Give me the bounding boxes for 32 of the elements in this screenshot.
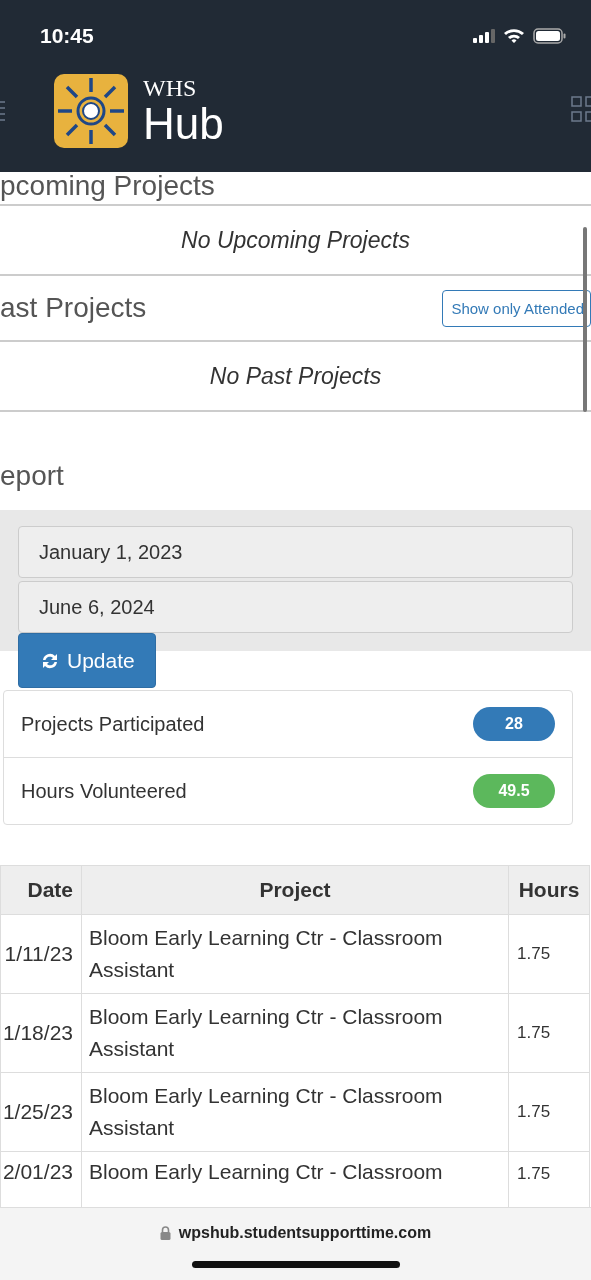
- date-field[interactable]: January 1, 2023: [18, 526, 573, 578]
- table-cell: 1/25/23: [0, 1072, 82, 1152]
- filter-button[interactable]: Show only Attended: [442, 289, 591, 327]
- stat-label: Projects Participated: [21, 712, 205, 736]
- column-header: Project: [81, 865, 509, 915]
- table-cell: Bloom Early Learning Ctr - Classroom Assistant: [81, 1072, 509, 1152]
- count-badge: 28: [473, 707, 555, 741]
- update-button[interactable]: Update: [18, 633, 156, 688]
- signal-icon: [473, 29, 495, 43]
- table-cell: Bloom Early Learning Ctr - Classroom Assistant: [81, 993, 509, 1073]
- count-badge: 49.5: [473, 774, 555, 808]
- menu-icon[interactable]: [0, 100, 6, 122]
- column-header: Date: [0, 865, 82, 915]
- table-cell: 1.75: [508, 993, 590, 1073]
- table-cell: 1/11/23: [0, 914, 82, 994]
- table-cell: Bloom Early Learning Ctr - Classroom Assistant: [81, 914, 509, 994]
- section-title: ast Projects: [0, 292, 147, 324]
- section-title: eport: [0, 460, 65, 493]
- stat-label: Hours Volunteered: [21, 779, 187, 803]
- column-header: Hours: [508, 865, 590, 915]
- sun-logo-icon: [54, 74, 128, 148]
- clock-time: 10:45: [40, 24, 94, 48]
- lock-icon: [159, 1226, 171, 1240]
- wifi-icon: [503, 28, 525, 44]
- table-cell: 1.75: [508, 1072, 590, 1152]
- battery-icon: [533, 28, 567, 44]
- table-cell: 1.75: [508, 914, 590, 994]
- logo-large-text: Hub: [143, 102, 224, 146]
- date-field[interactable]: June 6, 2024: [18, 581, 573, 633]
- section-title: pcoming Projects: [0, 172, 591, 206]
- table-cell: 1/18/23: [0, 993, 82, 1073]
- logo-small-text: WHS: [143, 76, 198, 100]
